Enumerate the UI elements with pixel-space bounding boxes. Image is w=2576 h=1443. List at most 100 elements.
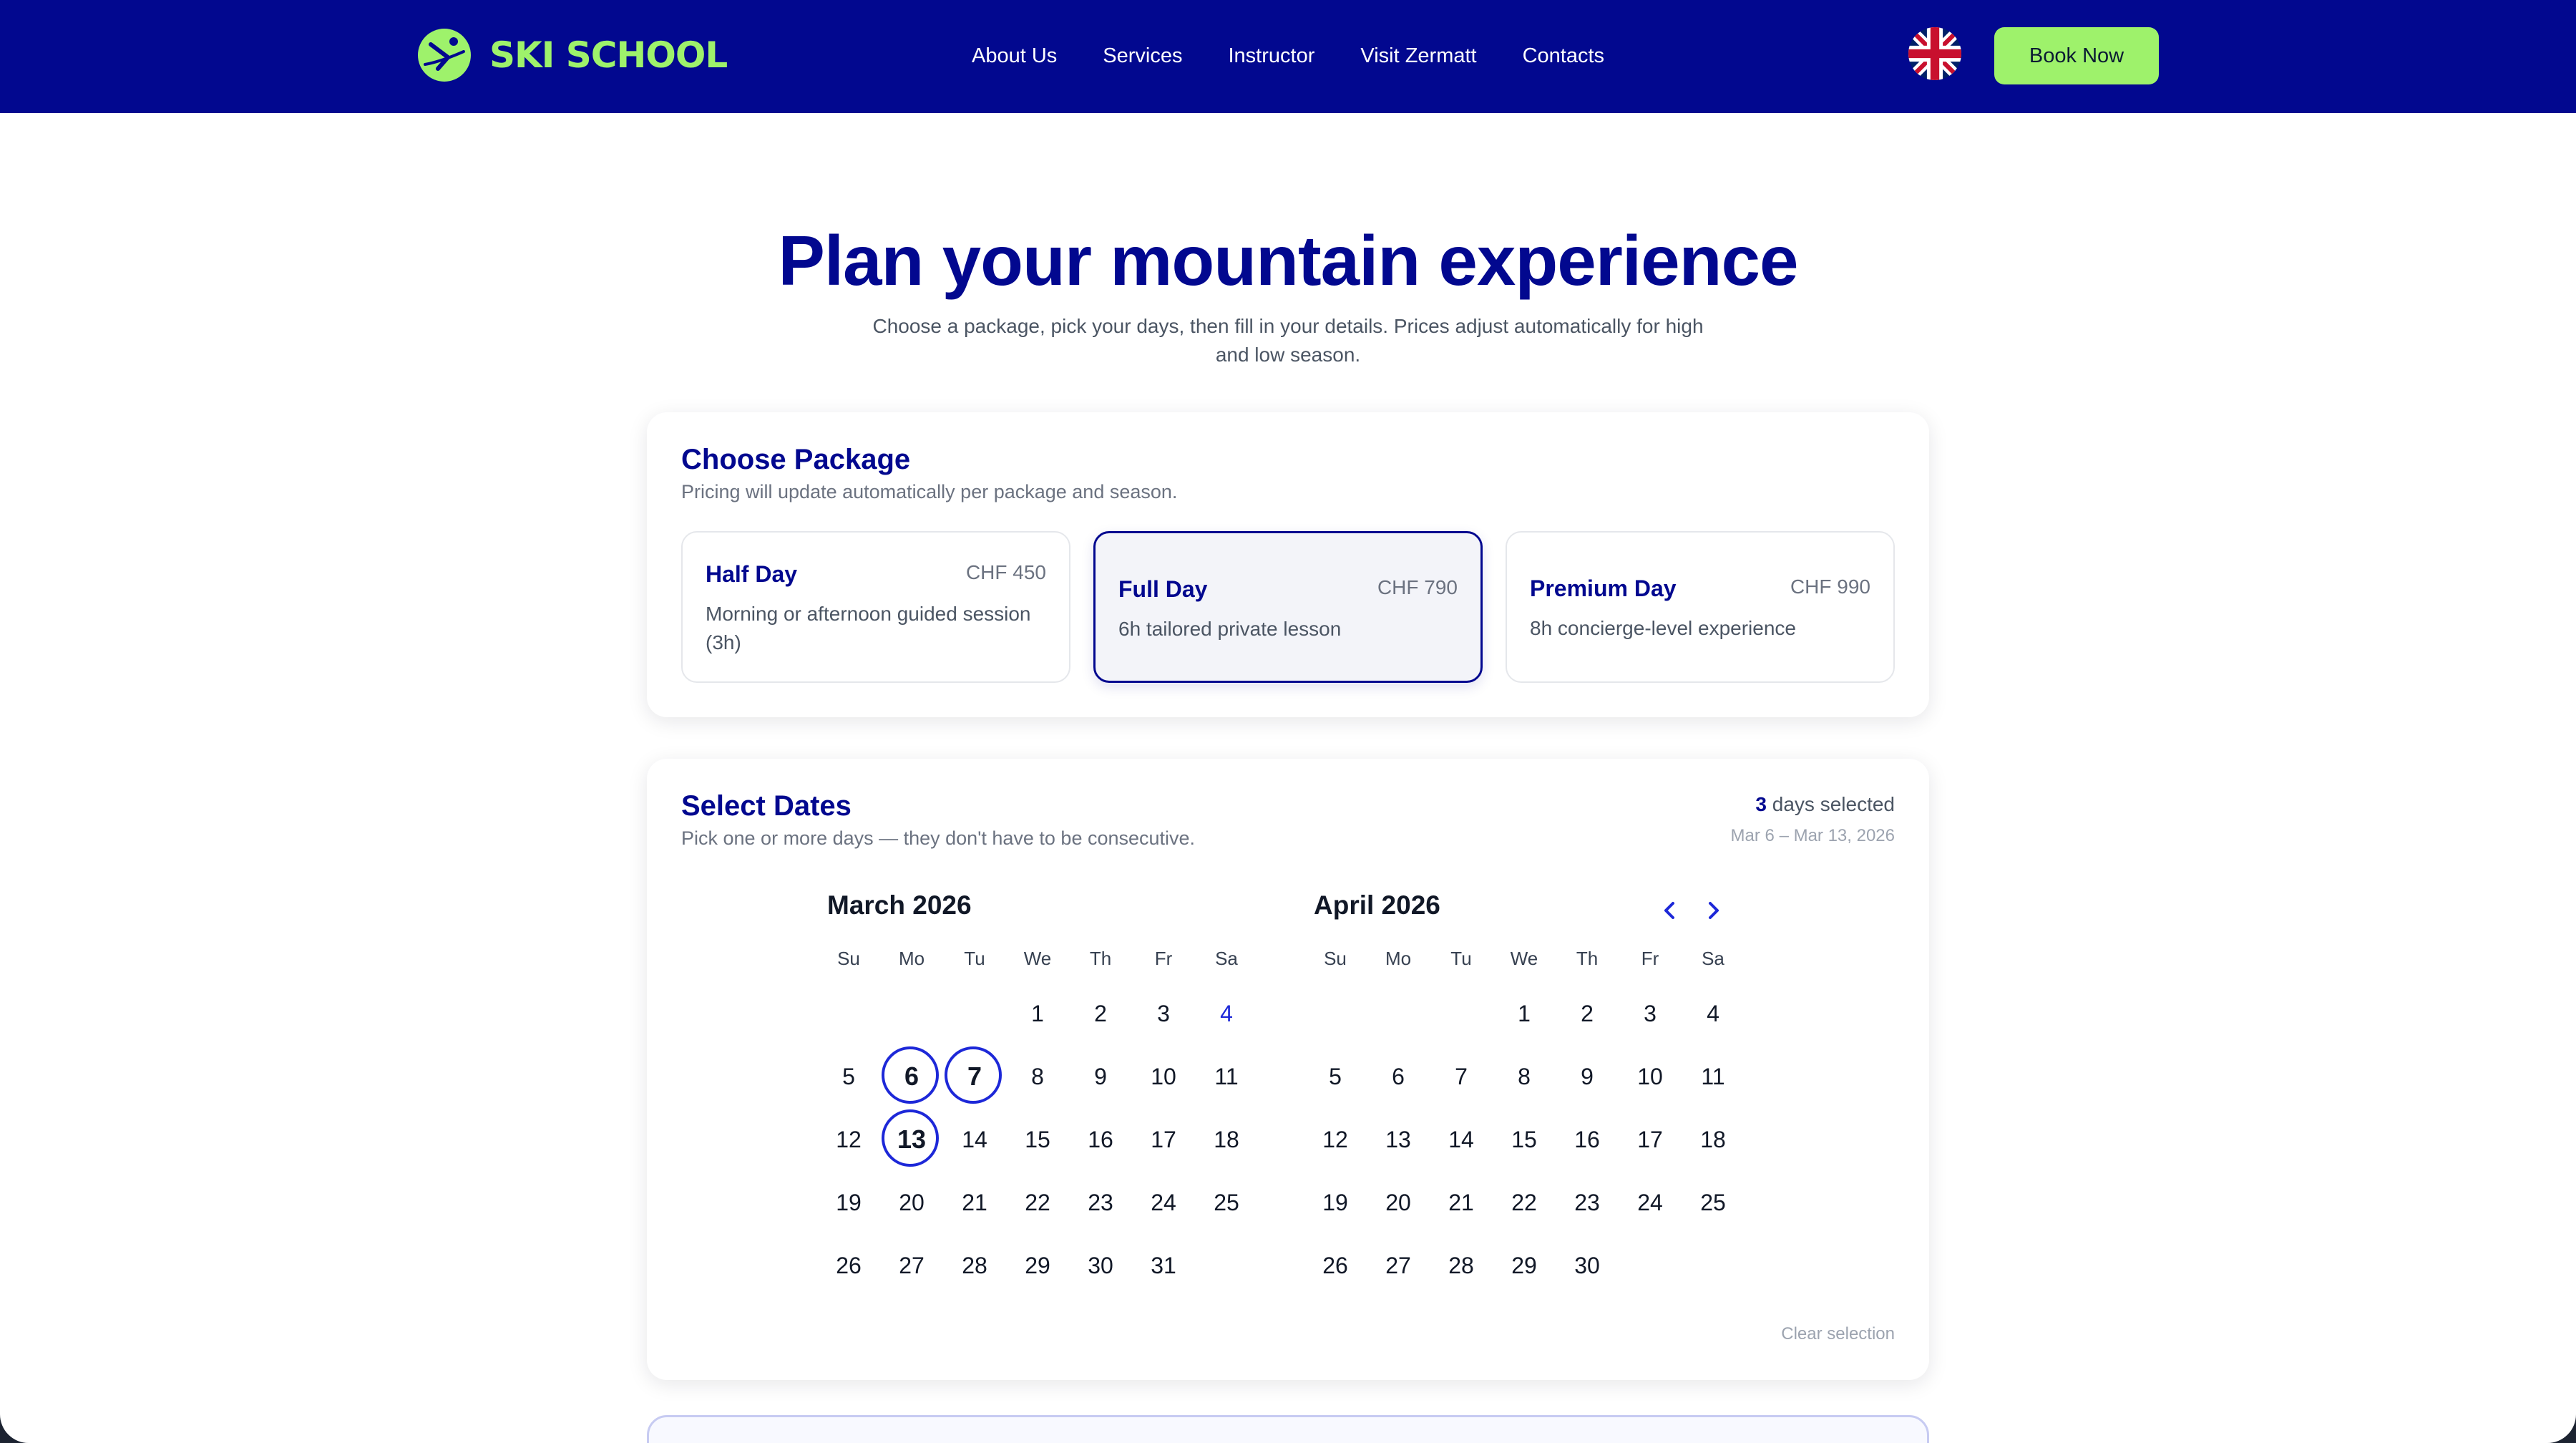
calendar-day[interactable]: 15 [1493,1108,1556,1171]
chevron-right-icon[interactable] [1692,889,1735,932]
calendar-day[interactable]: 1 [1006,982,1069,1045]
package-full-day[interactable]: Full Day CHF 790 6h tailored private les… [1093,531,1483,683]
calendar-day[interactable]: 19 [1304,1171,1367,1234]
weekday-label: Sa [1702,948,1724,969]
book-now-button[interactable]: Book Now [1994,27,2159,84]
package-description: Morning or afternoon guided session (3h) [706,603,1031,654]
calendar-day[interactable]: 23 [1556,1171,1619,1234]
calendar-day[interactable]: 4 [1682,982,1745,1045]
calendar-day[interactable]: 16 [1556,1108,1619,1171]
calendar-day[interactable]: 30 [1556,1234,1619,1297]
calendar-day[interactable]: 21 [1430,1171,1493,1234]
calendar-day[interactable]: 13 [1367,1108,1430,1171]
calendar-day[interactable]: 11 [1682,1045,1745,1108]
chevron-left-icon[interactable] [1649,889,1692,932]
calendar-day[interactable]: 3 [1619,982,1682,1045]
calendar-day[interactable]: 27 [1367,1234,1430,1297]
nav-contacts[interactable]: Contacts [1523,37,1604,74]
calendar-day[interactable]: 24 [1619,1171,1682,1234]
calendar-day-selected[interactable]: 13 [880,1108,943,1171]
calendar-day[interactable]: 3 [1132,982,1195,1045]
calendar-day[interactable]: 14 [1430,1108,1493,1171]
calendar-day-number: 22 [1511,1189,1537,1215]
choose-package-description: Pricing will update automatically per pa… [681,481,1178,502]
calendar-day[interactable]: 28 [1430,1234,1493,1297]
nav-visit-zermatt[interactable]: Visit Zermatt [1360,37,1476,74]
calendar-day[interactable]: 5 [817,1045,880,1108]
calendar-day[interactable]: 9 [1556,1045,1619,1108]
calendar-day[interactable]: 18 [1682,1108,1745,1171]
calendar-day-number: 14 [1448,1126,1474,1152]
calendar-day[interactable]: 26 [1304,1234,1367,1297]
calendar-day-selected[interactable]: 6 [880,1045,943,1108]
calendar-day[interactable]: 2 [1069,982,1132,1045]
calendar-day[interactable]: 1 [1493,982,1556,1045]
calendar-day[interactable]: 7 [1430,1045,1493,1108]
calendar-day[interactable]: 29 [1006,1234,1069,1297]
calendar-day[interactable]: 22 [1006,1171,1069,1234]
calendar-day[interactable]: 21 [943,1171,1006,1234]
uk-flag-icon[interactable] [1908,27,1961,80]
calendar-day[interactable]: 23 [1069,1171,1132,1234]
calendar-day-selected[interactable]: 7 [943,1045,1006,1108]
calendar-day-number: 18 [1214,1126,1239,1152]
calendar-day[interactable]: 6 [1367,1045,1430,1108]
calendar-day[interactable]: 4 [1195,982,1258,1045]
calendar-day-number: 26 [836,1252,862,1278]
calendar-day[interactable]: 26 [817,1234,880,1297]
calendar-day[interactable]: 20 [880,1171,943,1234]
package-half-day[interactable]: Half Day CHF 450 Morning or afternoon gu… [681,531,1070,683]
calendar-day-number: 12 [1322,1126,1348,1152]
calendar-day[interactable]: 12 [817,1108,880,1171]
calendar-day[interactable]: 27 [880,1234,943,1297]
brand[interactable]: SKI SCHOOL [416,26,728,84]
days-selected-count: 3 [1755,793,1767,815]
clear-selection-link[interactable]: Clear selection [1781,1324,1895,1344]
weekday-header: Su Mo Tu We Th Fr Sa [1304,948,1745,970]
calendar-day[interactable]: 20 [1367,1171,1430,1234]
calendar-day[interactable]: 14 [943,1108,1006,1171]
calendar-day[interactable]: 10 [1619,1045,1682,1108]
package-premium-day[interactable]: Premium Day CHF 990 8h concierge-level e… [1506,531,1895,683]
calendar-day[interactable]: 22 [1493,1171,1556,1234]
calendar-day[interactable]: 10 [1132,1045,1195,1108]
calendar-day[interactable]: 17 [1132,1108,1195,1171]
calendar-day[interactable]: 31 [1132,1234,1195,1297]
calendar-day-number: 10 [1151,1063,1176,1089]
calendar-day-number: 12 [836,1126,862,1152]
calendar-day[interactable]: 17 [1619,1108,1682,1171]
package-description: 8h concierge-level experience [1530,617,1796,639]
calendar-day[interactable]: 25 [1682,1171,1745,1234]
nav-instructor[interactable]: Instructor [1229,37,1315,74]
calendar-day[interactable]: 2 [1556,982,1619,1045]
calendar-day-number: 31 [1151,1252,1176,1278]
calendar-day[interactable]: 25 [1195,1171,1258,1234]
calendar-day-number: 21 [962,1189,987,1215]
calendar-day[interactable]: 9 [1069,1045,1132,1108]
calendar-day[interactable]: 5 [1304,1045,1367,1108]
calendar-day[interactable]: 30 [1069,1234,1132,1297]
calendar-day[interactable]: 18 [1195,1108,1258,1171]
calendar-day-number: 6 [904,1061,919,1091]
weekday-label: Th [1576,948,1599,969]
weekday-label: Th [1089,948,1112,969]
calendar-day[interactable]: 16 [1069,1108,1132,1171]
calendar-day-number: 3 [1157,1000,1170,1026]
nav-about-us[interactable]: About Us [972,37,1057,74]
calendar-day[interactable]: 11 [1195,1045,1258,1108]
calendar-day[interactable]: 15 [1006,1108,1069,1171]
calendar-day[interactable]: 29 [1493,1234,1556,1297]
calendar-day[interactable]: 12 [1304,1108,1367,1171]
nav-services[interactable]: Services [1103,37,1182,74]
package-price: CHF 790 [1377,576,1458,598]
calendar-day-number: 6 [1392,1063,1405,1089]
calendar-day-number: 4 [1707,1000,1719,1026]
calendar-day[interactable]: 28 [943,1234,1006,1297]
calendar-day[interactable]: 24 [1132,1171,1195,1234]
calendar-day[interactable]: 8 [1493,1045,1556,1108]
calendar-month-title: March 2026 [827,890,972,920]
calendar-day-number: 5 [842,1063,855,1089]
calendar-day-number: 16 [1574,1126,1600,1152]
calendar-day[interactable]: 19 [817,1171,880,1234]
calendar-day[interactable]: 8 [1006,1045,1069,1108]
